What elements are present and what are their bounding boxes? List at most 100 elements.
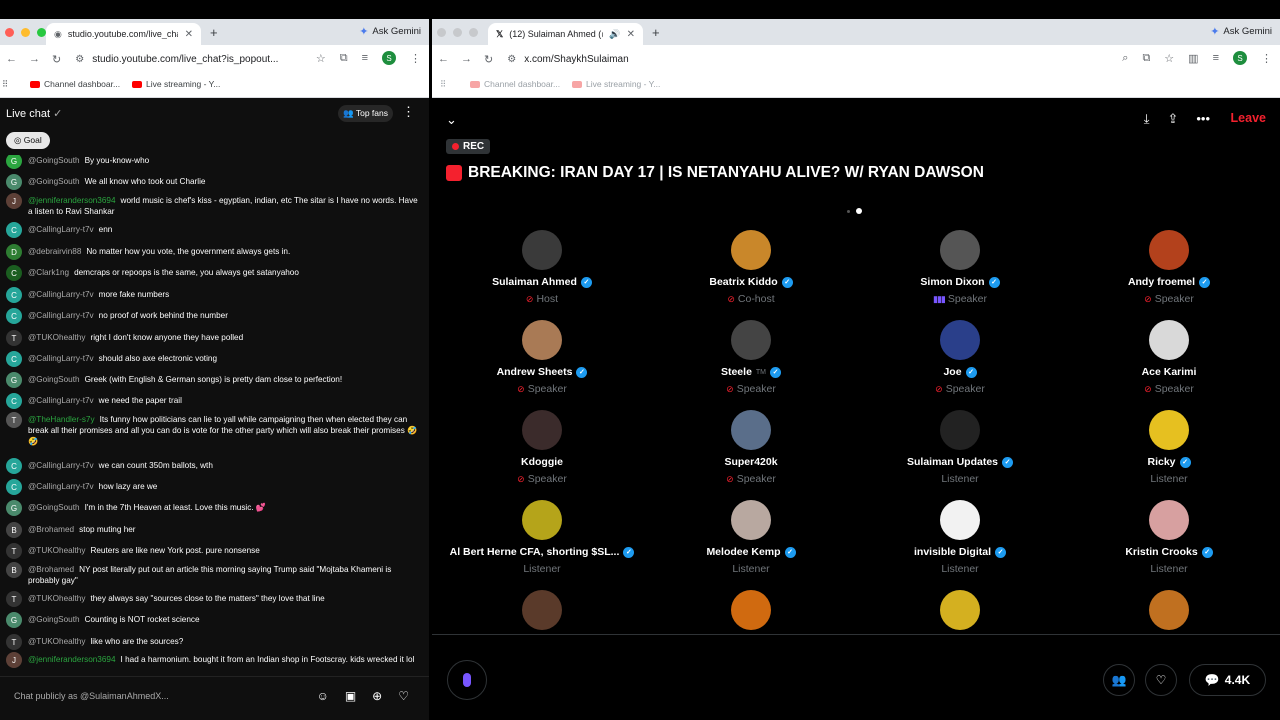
close-window-button[interactable] [437,28,446,37]
participant[interactable]: Simon Dixon ✓ ▮▮▮ Speaker [860,230,1060,305]
avatar[interactable]: J [6,193,22,209]
minimize-window-button[interactable] [21,28,30,37]
chat-title[interactable]: Live chat ✓ [6,107,62,120]
profile-avatar[interactable]: S [382,51,396,65]
message-author[interactable]: @CallingLarry-t7v [28,225,94,234]
apps-grid-icon[interactable]: ⠿ [2,79,8,90]
participant[interactable]: Joe ✓ ⊘ Speaker [860,320,1060,395]
participant[interactable]: Super420k ⊘ Speaker [651,410,851,485]
new-tab-button[interactable]: + [652,25,660,40]
participant[interactable]: Melodee Kemp ✓ Listener [651,500,851,575]
participant[interactable] [651,590,851,630]
message-author[interactable]: @Brohamed [28,525,74,534]
avatar[interactable]: G [6,612,22,628]
add-icon[interactable]: ⊕ [372,689,382,703]
participant[interactable]: Ricky ✓ Listener [1069,410,1269,485]
participant[interactable]: Steele TM ✓ ⊘ Speaker [651,320,851,395]
more-options-icon[interactable]: ⋮ [402,104,415,120]
avatar[interactable]: C [6,265,22,281]
address-bar[interactable]: ⚙ x.com/ShaykhSulaiman [507,54,628,65]
heart-icon[interactable]: ♡ [398,689,409,703]
participant-avatar[interactable] [731,590,771,630]
avatar[interactable]: C [6,308,22,324]
participant[interactable]: Kristin Crooks ✓ Listener [1069,500,1269,575]
message-author[interactable]: @TUKOhealthy [28,637,85,646]
extension-icon[interactable]: ⧉ [340,52,348,65]
message-author[interactable]: @GoingSouth [28,177,80,186]
bookmark-star-icon[interactable]: ☆ [316,52,326,65]
participant-avatar[interactable] [522,410,562,450]
goal-chip[interactable]: ◎ Goal [6,132,50,149]
tab-live-chat[interactable]: ◉ studio.youtube.com/live_chat ✕ [46,23,201,45]
participant-avatar[interactable] [940,320,980,360]
participant[interactable]: Beatrix Kiddo ✓ ⊘ Co-host [651,230,851,305]
participant[interactable]: Andy froemel ✓ ⊘ Speaker [1069,230,1269,305]
avatar[interactable]: C [6,458,22,474]
message-author[interactable]: @TUKOhealthy [28,546,85,555]
avatar[interactable]: D [6,244,22,260]
participant-avatar[interactable] [1149,590,1189,630]
participant-avatar[interactable] [1149,230,1189,270]
participant-avatar[interactable] [1149,500,1189,540]
message-author[interactable]: @debrairvin88 [28,247,81,256]
back-icon[interactable]: ← [438,53,449,66]
message-author[interactable]: @CallingLarry-t7v [28,354,94,363]
participant-avatar[interactable] [731,410,771,450]
bookmark-live-streaming[interactable]: Live streaming - Y... [572,79,660,89]
message-author[interactable]: @jenniferanderson3694 [28,655,116,664]
avatar[interactable]: B [6,562,22,578]
speaker-icon[interactable]: 🔊 [609,29,620,40]
zoom-window-button[interactable] [469,28,478,37]
avatar[interactable]: T [6,634,22,650]
avatar[interactable]: C [6,222,22,238]
avatar[interactable]: G [6,155,22,169]
avatar[interactable]: C [6,393,22,409]
tab-search-icon[interactable]: ≡ [1213,52,1219,64]
ask-gemini-button[interactable]: ✦ Ask Gemini [359,25,421,38]
participant-avatar[interactable] [522,230,562,270]
participant-avatar[interactable] [731,320,771,360]
forward-icon[interactable]: → [29,53,40,66]
site-info-icon[interactable]: ⚙ [507,54,516,65]
avatar[interactable]: G [6,500,22,516]
close-window-button[interactable] [5,28,14,37]
bookmark-star-icon[interactable]: ☆ [1164,52,1174,65]
zoom-icon[interactable]: ⌕ [1122,52,1128,65]
more-options-icon[interactable]: ••• [1196,111,1210,127]
avatar[interactable]: G [6,372,22,388]
forward-icon[interactable]: → [461,53,472,66]
participant-avatar[interactable] [1149,320,1189,360]
avatar[interactable]: G [6,174,22,190]
cast-icon[interactable]: ⧉ [1142,52,1150,65]
dock-icon[interactable]: ⤓ [1144,111,1150,127]
avatar[interactable]: J [6,652,22,668]
emoji-icon[interactable]: ☺ [317,689,329,703]
ask-gemini-button[interactable]: ✦ Ask Gemini [1210,25,1272,38]
avatar[interactable]: C [6,287,22,303]
address-bar[interactable]: ⚙ studio.youtube.com/live_chat?is_popout… [75,54,278,65]
bookmark-channel-dashboard[interactable]: Channel dashboar... [30,79,120,89]
message-author[interactable]: @CallingLarry-t7v [28,290,94,299]
message-author[interactable]: @CallingLarry-t7v [28,311,94,320]
avatar[interactable]: C [6,479,22,495]
avatar[interactable]: T [6,543,22,559]
apps-grid-icon[interactable]: ⠿ [440,79,446,90]
share-icon[interactable]: ⇪ [1167,111,1178,127]
message-author[interactable]: @TheHandler-s7y [28,415,95,424]
participant-avatar[interactable] [1149,410,1189,450]
page-dot[interactable] [847,209,850,213]
participant[interactable]: Ace Karimi ⊘ Speaker [1069,320,1269,395]
avatar[interactable]: C [6,351,22,367]
leave-button[interactable]: Leave [1231,111,1266,125]
comments-button[interactable]: 💬 4.4K [1189,664,1266,696]
participant-avatar[interactable] [522,500,562,540]
participant[interactable] [860,590,1060,630]
participant-avatar[interactable] [940,410,980,450]
tab-x-profile[interactable]: 𝕏 (12) Sulaiman Ahmed (@S 🔊 ✕ [488,23,643,45]
tab-search-icon[interactable]: ≡ [362,52,368,64]
participant[interactable]: Al Bert Herne CFA, shorting $SL... ✓ Liste… [442,500,642,575]
message-author[interactable]: @TUKOhealthy [28,333,85,342]
message-author[interactable]: @Clark1ng [28,268,69,277]
close-tab-icon[interactable]: ✕ [627,29,635,40]
message-author[interactable]: @TUKOhealthy [28,594,85,603]
